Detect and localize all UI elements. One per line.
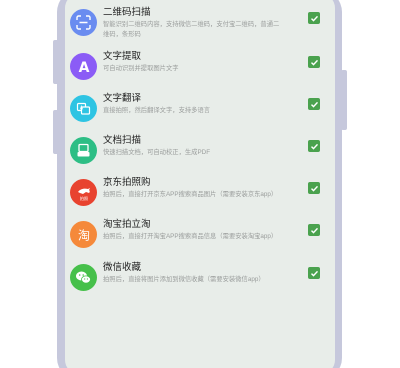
volume-down-button: [53, 110, 59, 154]
item-title: 文档扫描: [103, 135, 142, 146]
enabled-checkbox[interactable]: [308, 140, 320, 152]
item-title: 京东拍照购: [103, 177, 151, 188]
list-item-jd-photo-buy[interactable]: 拍照 京东拍照购 拍照后，直接打开京东APP搜索商品图片（需要安装京东app）: [65, 176, 335, 218]
svg-text:淘: 淘: [77, 228, 89, 242]
list-item-qr-scan[interactable]: 二维码扫描 智能识别二维码内容，支持微信二维码，支付宝二维码，普通二维码，条形码: [65, 6, 335, 48]
checkmark-icon: [310, 101, 318, 108]
qr-scan-icon: [70, 9, 97, 36]
checkmark-icon: [310, 143, 318, 150]
list-item-wechat-favorite[interactable]: 微信收藏 拍照后，直接将图片添加到微信收藏（需要安装微信app）: [65, 261, 335, 303]
item-description: 拍照后，直接将图片添加到微信收藏（需要安装微信app）: [103, 276, 265, 283]
translate-icon: A: [70, 95, 97, 122]
letter-a-icon: A: [70, 53, 97, 80]
item-description: 拍照后，直接打开淘宝APP搜索商品信息（需要安装淘宝app）: [103, 233, 278, 240]
svg-text:A: A: [80, 105, 84, 111]
checkmark-icon: [310, 227, 318, 234]
item-description: 拍照后，直接打开京东APP搜索商品图片（需要安装京东app）: [103, 191, 278, 198]
wechat-icon: [70, 264, 97, 291]
enabled-checkbox[interactable]: [308, 98, 320, 110]
svg-text:拍照: 拍照: [80, 195, 88, 201]
list-item-document-scan[interactable]: 文档扫描 快速扫描文档，可自动校正，生成PDF: [65, 134, 335, 176]
checkmark-icon: [310, 15, 318, 22]
enabled-checkbox[interactable]: [308, 182, 320, 194]
checkmark-icon: [310, 185, 318, 192]
svg-text:A: A: [78, 60, 89, 75]
enabled-checkbox[interactable]: [308, 12, 320, 24]
item-title: 文字翻译: [103, 93, 142, 104]
item-description: 直接拍照，然后翻译文字，支持多语言: [103, 107, 211, 114]
enabled-checkbox[interactable]: [308, 56, 320, 68]
checkmark-icon: [310, 59, 318, 66]
item-title: 文字提取: [103, 51, 142, 62]
enabled-checkbox[interactable]: [308, 267, 320, 279]
enabled-checkbox[interactable]: [308, 224, 320, 236]
item-title: 淘宝拍立淘: [103, 219, 151, 230]
power-button: [341, 70, 347, 130]
settings-screen: 二维码扫描 智能识别二维码内容，支持微信二维码，支付宝二维码，普通二维码，条形码…: [65, 0, 335, 368]
jd-dog-icon: 拍照: [70, 179, 97, 206]
list-item-taobao-search[interactable]: 淘 淘宝拍立淘 拍照后，直接打开淘宝APP搜索商品信息（需要安装淘宝app）: [65, 218, 335, 260]
volume-up-button: [53, 40, 59, 84]
document-scan-icon: [70, 137, 97, 164]
list-item-text-extract[interactable]: A 文字提取 可自动识别并提取图片文字: [65, 50, 335, 92]
item-description: 可自动识别并提取图片文字: [103, 65, 179, 72]
list-item-translate[interactable]: A 文字翻译 直接拍照，然后翻译文字，支持多语言: [65, 92, 335, 134]
taobao-icon: 淘: [70, 221, 97, 248]
item-title: 二维码扫描: [103, 7, 151, 18]
item-description: 快速扫描文档，可自动校正，生成PDF: [103, 149, 211, 156]
checkmark-icon: [310, 270, 318, 277]
item-title: 微信收藏: [103, 262, 142, 273]
item-description: 智能识别二维码内容，支持微信二维码，支付宝二维码，普通二维码，条形码: [103, 21, 280, 38]
